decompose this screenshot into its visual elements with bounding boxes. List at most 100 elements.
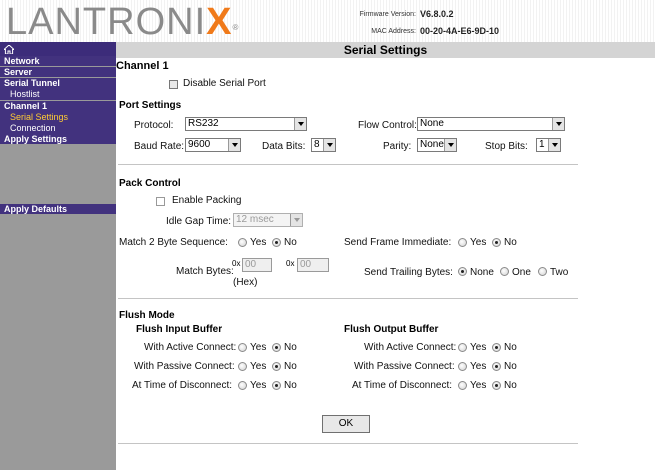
divider xyxy=(118,443,578,444)
output-passive-yes-label: Yes xyxy=(470,361,487,372)
trailing-two-label: Two xyxy=(550,267,569,278)
sidebar-item-apply-settings[interactable]: Apply Settings xyxy=(0,134,116,145)
page-title: Serial Settings xyxy=(116,42,655,58)
sidebar-item-connection[interactable]: Connection xyxy=(0,123,116,134)
lantronix-logo: LANTRONIX® xyxy=(6,1,240,43)
output-disconnect-yes-radio[interactable] xyxy=(458,381,467,390)
match-2-byte-no-radio[interactable] xyxy=(272,238,281,247)
input-active-no-label: No xyxy=(284,342,297,353)
match-byte-2-input[interactable]: 00 xyxy=(297,258,329,272)
stop-bits-select[interactable]: 1 xyxy=(536,138,561,152)
chevron-down-icon xyxy=(228,139,240,151)
trailing-none-radio[interactable] xyxy=(458,267,467,276)
chevron-down-icon xyxy=(290,214,302,226)
disable-serial-port-checkbox[interactable] xyxy=(169,80,178,89)
match-byte-1-input[interactable]: 00 xyxy=(242,258,272,272)
flush-output-buffer-title: Flush Output Buffer xyxy=(344,324,439,335)
sidebar-item-server[interactable]: Server xyxy=(0,67,116,78)
output-disconnect-label: At Time of Disconnect: xyxy=(352,380,453,391)
sidebar: Network Server Serial Tunnel Hostlist Ch… xyxy=(0,42,116,470)
divider xyxy=(118,164,578,165)
output-passive-no-radio[interactable] xyxy=(492,362,501,371)
divider xyxy=(118,298,578,299)
output-active-yes-label: Yes xyxy=(470,342,487,353)
input-disconnect-no-radio[interactable] xyxy=(272,381,281,390)
output-passive-no-label: No xyxy=(504,361,517,372)
send-frame-yes-label: Yes xyxy=(470,237,487,248)
flow-control-select[interactable]: None xyxy=(417,117,565,131)
trailing-one-radio[interactable] xyxy=(500,267,509,276)
chevron-down-icon xyxy=(323,139,335,151)
input-passive-connect-label: With Passive Connect: xyxy=(134,361,235,372)
enable-packing-label: Enable Packing xyxy=(172,195,242,206)
baud-rate-label: Baud Rate: xyxy=(134,141,185,152)
sidebar-item-apply-defaults[interactable]: Apply Defaults xyxy=(0,204,116,215)
hex-prefix-2: 0x xyxy=(286,259,295,268)
input-disconnect-no-label: No xyxy=(284,380,297,391)
input-passive-yes-radio[interactable] xyxy=(238,362,247,371)
data-bits-label: Data Bits: xyxy=(262,141,306,152)
send-frame-yes-radio[interactable] xyxy=(458,238,467,247)
stop-bits-label: Stop Bits: xyxy=(485,141,528,152)
sidebar-item-serial-tunnel[interactable]: Serial Tunnel xyxy=(0,78,116,89)
idle-gap-label: Idle Gap Time: xyxy=(166,216,232,227)
output-disconnect-no-radio[interactable] xyxy=(492,381,501,390)
input-active-yes-radio[interactable] xyxy=(238,343,247,352)
hex-prefix-1: 0x xyxy=(232,259,241,268)
ok-button[interactable]: OK xyxy=(322,415,370,433)
parity-label: Parity: xyxy=(383,141,412,152)
output-active-no-radio[interactable] xyxy=(492,343,501,352)
trailing-none-label: None xyxy=(470,267,494,278)
pack-control-title: Pack Control xyxy=(119,178,181,189)
trailing-two-radio[interactable] xyxy=(538,267,547,276)
send-trailing-bytes-label: Send Trailing Bytes: xyxy=(364,267,453,278)
output-active-yes-radio[interactable] xyxy=(458,343,467,352)
match-bytes-label: Match Bytes: xyxy=(176,266,234,277)
home-link[interactable] xyxy=(0,42,116,56)
home-icon xyxy=(4,44,14,54)
match-2-byte-no-label: No xyxy=(284,237,297,248)
input-active-connect-label: With Active Connect: xyxy=(144,342,237,353)
sidebar-item-serial-settings[interactable]: Serial Settings xyxy=(0,112,116,123)
input-active-yes-label: Yes xyxy=(250,342,267,353)
match-2-byte-yes-label: Yes xyxy=(250,237,267,248)
mac-value: 00-20-4A-E6-9D-10 xyxy=(420,26,500,36)
send-frame-no-label: No xyxy=(504,237,517,248)
input-disconnect-yes-radio[interactable] xyxy=(238,381,247,390)
mac-label: MAC Address: xyxy=(371,28,416,35)
chevron-down-icon xyxy=(444,139,456,151)
sidebar-item-channel-1[interactable]: Channel 1 xyxy=(0,101,116,112)
send-frame-no-radio[interactable] xyxy=(492,238,501,247)
match-2-byte-label: Match 2 Byte Sequence: xyxy=(119,237,228,248)
input-active-no-radio[interactable] xyxy=(272,343,281,352)
output-passive-yes-radio[interactable] xyxy=(458,362,467,371)
idle-gap-select[interactable]: 12 msec xyxy=(233,213,303,227)
input-passive-yes-label: Yes xyxy=(250,361,267,372)
parity-select[interactable]: None xyxy=(417,138,457,152)
output-disconnect-no-label: No xyxy=(504,380,517,391)
input-disconnect-label: At Time of Disconnect: xyxy=(132,380,233,391)
input-disconnect-yes-label: Yes xyxy=(250,380,267,391)
output-active-no-label: No xyxy=(504,342,517,353)
protocol-label: Protocol: xyxy=(134,120,174,131)
disable-serial-port-label: Disable Serial Port xyxy=(183,78,266,89)
input-passive-no-label: No xyxy=(284,361,297,372)
chevron-down-icon xyxy=(548,139,560,151)
input-passive-no-radio[interactable] xyxy=(272,362,281,371)
output-passive-connect-label: With Passive Connect: xyxy=(354,361,455,372)
firmware-label: Firmware Version: xyxy=(359,11,416,18)
chevron-down-icon xyxy=(294,118,306,130)
match-2-byte-yes-radio[interactable] xyxy=(238,238,247,247)
sidebar-item-hostlist[interactable]: Hostlist xyxy=(0,89,116,101)
flush-input-buffer-title: Flush Input Buffer xyxy=(136,324,223,335)
channel-title: Channel 1 xyxy=(116,60,169,72)
chevron-down-icon xyxy=(552,118,564,130)
baud-rate-select[interactable]: 9600 xyxy=(185,138,241,152)
flush-mode-title: Flush Mode xyxy=(119,310,175,321)
enable-packing-checkbox[interactable] xyxy=(156,197,165,206)
data-bits-select[interactable]: 8 xyxy=(311,138,336,152)
protocol-select[interactable]: RS232 xyxy=(185,117,307,131)
output-active-connect-label: With Active Connect: xyxy=(364,342,457,353)
header: LANTRONIX® Firmware Version: V6.8.0.2 MA… xyxy=(0,0,655,42)
sidebar-item-network[interactable]: Network xyxy=(0,56,116,67)
